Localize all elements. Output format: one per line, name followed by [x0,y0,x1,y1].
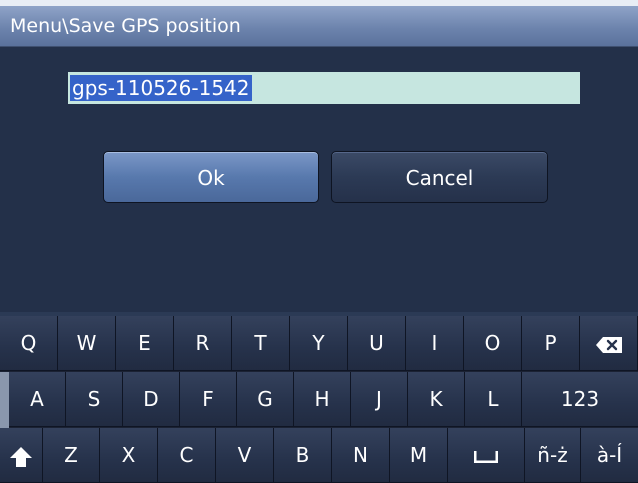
shift-icon [10,446,32,467]
key-c[interactable]: C [158,428,216,483]
key-o[interactable]: O [464,316,522,371]
backspace-icon [595,336,622,353]
name-input[interactable]: gps-110526-1542 [68,72,580,104]
space-icon [474,450,498,463]
name-input-value: gps-110526-1542 [70,75,252,101]
key-i[interactable]: I [406,316,464,371]
key-s[interactable]: S [66,372,123,427]
key-e[interactable]: E [116,316,174,371]
shift-key[interactable] [0,428,43,483]
on-screen-keyboard: Q W E R T Y U I O P A S D F G H J K L 12… [0,316,638,483]
ok-button[interactable]: Ok [103,151,319,203]
key-j[interactable]: J [351,372,408,427]
key-r[interactable]: R [174,316,232,371]
cancel-button[interactable]: Cancel [331,151,548,203]
key-t[interactable]: T [232,316,290,371]
title-bar: Menu\Save GPS position [0,6,638,47]
keyboard-row-3: Z X C V B N M ñ-ż à-Í [0,428,638,483]
key-q[interactable]: Q [0,316,58,371]
key-w[interactable]: W [58,316,116,371]
key-p[interactable]: P [522,316,580,371]
accented-chars-key[interactable]: à-Í [581,428,638,483]
screen: Menu\Save GPS position gps-110526-1542 O… [0,0,638,483]
key-a[interactable]: A [9,372,66,427]
key-v[interactable]: V [216,428,274,483]
key-x[interactable]: X [100,428,158,483]
page-title: Menu\Save GPS position [10,15,241,37]
key-d[interactable]: D [123,372,180,427]
key-m[interactable]: M [390,428,448,483]
keyboard-row-1: Q W E R T Y U I O P [0,316,638,372]
key-y[interactable]: Y [290,316,348,371]
key-k[interactable]: K [408,372,465,427]
key-g[interactable]: G [237,372,294,427]
special-chars-key[interactable]: ñ-ż [525,428,581,483]
key-u[interactable]: U [348,316,406,371]
key-h[interactable]: H [294,372,351,427]
keyboard-row-2: A S D F G H J K L 123 [0,372,638,428]
key-n[interactable]: N [332,428,390,483]
space-key[interactable] [448,428,525,483]
key-l[interactable]: L [465,372,522,427]
numbers-mode-key[interactable]: 123 [522,372,638,427]
key-b[interactable]: B [274,428,332,483]
backspace-key[interactable] [580,316,638,371]
keyboard-indent-spacer [0,372,9,428]
key-f[interactable]: F [180,372,237,427]
key-z[interactable]: Z [43,428,100,483]
